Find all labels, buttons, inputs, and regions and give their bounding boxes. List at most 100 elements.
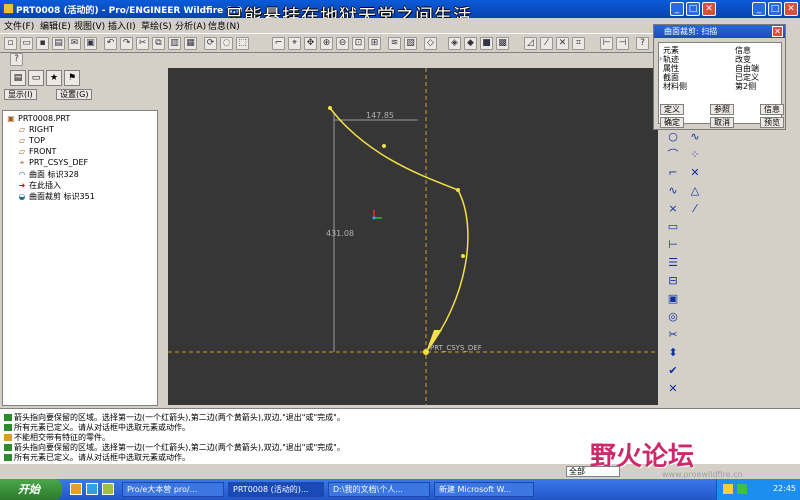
shading-icon[interactable]: ■: [480, 37, 493, 50]
mirror-tool-icon[interactable]: ⬍: [664, 346, 682, 360]
define-button[interactable]: 定义: [660, 104, 684, 115]
hidden-line-icon[interactable]: ◈: [448, 37, 461, 50]
modify-tool-icon[interactable]: ☰: [664, 256, 682, 270]
text-tool-icon[interactable]: ▣: [664, 292, 682, 306]
copy-icon[interactable]: ⧉: [152, 37, 165, 50]
coordinate-tool-icon[interactable]: ✕: [686, 166, 704, 180]
zoom-in-icon[interactable]: ⊕: [320, 37, 333, 50]
open-file-icon[interactable]: ▭: [20, 37, 33, 50]
csys-toggle-icon[interactable]: ⌗: [572, 37, 585, 50]
dimension-horizontal[interactable]: 147.85: [366, 111, 394, 120]
zoom-out-icon[interactable]: ⊖: [336, 37, 349, 50]
tray-network-icon[interactable]: [737, 484, 747, 494]
cancel-button[interactable]: 取消: [710, 117, 734, 128]
start-button[interactable]: 开始: [0, 479, 62, 500]
paste-special-icon[interactable]: ▦: [184, 37, 197, 50]
ok-button[interactable]: 确定: [660, 117, 684, 128]
graphics-window[interactable]: 147.85 431.08 PRT_CSYS_DEF: [168, 68, 658, 405]
tray-icon[interactable]: [723, 484, 733, 494]
view-manager-icon[interactable]: ▧: [404, 37, 417, 50]
dimension-vertical[interactable]: 431.08: [326, 229, 354, 238]
save-icon[interactable]: ▪: [36, 37, 49, 50]
cut-icon[interactable]: ✂: [136, 37, 149, 50]
redo-icon[interactable]: ↷: [120, 37, 133, 50]
orient-icon[interactable]: ⌖: [288, 37, 301, 50]
reorient-icon[interactable]: ⊞: [368, 37, 381, 50]
accept-icon[interactable]: ✔: [664, 364, 682, 378]
task-forum[interactable]: Pro/e大本营 pro/...: [122, 482, 224, 497]
tree-node-part[interactable]: ▣ PRT0008.PRT: [6, 114, 70, 123]
menu-file[interactable]: 文件(F): [4, 19, 34, 32]
help-icon[interactable]: ?: [636, 37, 649, 50]
task-proe[interactable]: PRT0008 (活动的)...: [228, 482, 324, 497]
outer-close-button[interactable]: ✕: [784, 2, 798, 16]
tree-node-trim[interactable]: ◒ 曲面裁剪 标识351: [17, 191, 95, 202]
spline-tool-icon[interactable]: ∿: [686, 130, 704, 144]
maximize-button[interactable]: □: [686, 2, 700, 16]
find-icon[interactable]: ◌: [220, 37, 233, 50]
arc-tool-icon[interactable]: ⌒: [664, 148, 682, 162]
undo-icon[interactable]: ↶: [104, 37, 117, 50]
menu-view[interactable]: 视图(V): [74, 19, 105, 32]
refit-icon[interactable]: ⊡: [352, 37, 365, 50]
quicklaunch-icon[interactable]: [70, 483, 82, 495]
dim-horizontal-tool-icon[interactable]: ⊢: [664, 238, 682, 252]
tree-node-insert-here[interactable]: ➜ 在此插入: [17, 180, 61, 191]
palette-tool-icon[interactable]: ◎: [664, 310, 682, 324]
menu-analysis[interactable]: 分析(A): [175, 19, 206, 32]
tree-node-front[interactable]: ▱ FRONT: [17, 147, 56, 156]
folder-browser-tab-icon[interactable]: ▭: [28, 70, 44, 86]
fillet-tool-icon[interactable]: ⌐: [664, 166, 682, 180]
model-tree-tab-icon[interactable]: ▤: [10, 70, 26, 86]
enhanced-realism-icon[interactable]: ▩: [496, 37, 509, 50]
display-dropdown[interactable]: 显示(I): [4, 89, 37, 100]
layers-icon[interactable]: ≋: [388, 37, 401, 50]
rectangle-tool-icon[interactable]: ▭: [664, 220, 682, 234]
close-button[interactable]: ✕: [702, 2, 716, 16]
outer-minimize-button[interactable]: _: [752, 2, 766, 16]
send-icon[interactable]: ▣: [84, 37, 97, 50]
tree-node-top[interactable]: ▱ TOP: [17, 136, 45, 145]
circle-tool-icon[interactable]: ○: [664, 130, 682, 144]
element-name-material-side[interactable]: 材料侧: [663, 81, 687, 92]
reference-button[interactable]: 参照: [710, 104, 734, 115]
selection-box-icon[interactable]: ⬚: [236, 37, 249, 50]
task-folder[interactable]: D:\我的文档\个人...: [328, 482, 430, 497]
spin-center-toggle-icon[interactable]: ⊣: [616, 37, 629, 50]
menu-info[interactable]: 信息(N): [208, 19, 240, 32]
info-button[interactable]: 信息: [760, 104, 784, 115]
new-file-icon[interactable]: ▫: [4, 37, 17, 50]
preview-button[interactable]: 预览: [760, 117, 784, 128]
cancel-icon[interactable]: ✕: [664, 382, 682, 396]
datum-plane-toggle-icon[interactable]: ◿: [524, 37, 537, 50]
connections-tab-icon[interactable]: ⚑: [64, 70, 80, 86]
dialog-close-icon[interactable]: ✕: [772, 26, 783, 37]
email-icon[interactable]: ✉: [68, 37, 81, 50]
quicklaunch-browser-icon[interactable]: [86, 483, 98, 495]
edge-tool-icon[interactable]: ⁄: [686, 202, 704, 216]
menu-edit[interactable]: 编辑(E): [40, 19, 71, 32]
regenerate-icon[interactable]: ⟳: [204, 37, 217, 50]
minimize-button[interactable]: _: [670, 2, 684, 16]
favorites-tab-icon[interactable]: ★: [46, 70, 62, 86]
datum-point-toggle-icon[interactable]: ✕: [556, 37, 569, 50]
trim-tool-icon[interactable]: ✂: [664, 328, 682, 342]
paste-icon[interactable]: ▥: [168, 37, 181, 50]
tree-node-csys[interactable]: ⌖ PRT_CSYS_DEF: [17, 158, 88, 168]
spin-center-icon[interactable]: ✥: [304, 37, 317, 50]
curve-tool-icon[interactable]: ∿: [664, 184, 682, 198]
sketch-mode-icon[interactable]: ⌐: [272, 37, 285, 50]
tree-node-surface[interactable]: ◠ 曲面 标识328: [17, 169, 79, 180]
no-hidden-icon[interactable]: ◆: [464, 37, 477, 50]
outer-maximize-button[interactable]: □: [768, 2, 782, 16]
print-icon[interactable]: ▤: [52, 37, 65, 50]
context-help-icon[interactable]: ?: [10, 53, 23, 66]
selection-filter[interactable]: 全部: [566, 466, 620, 477]
menu-sketch[interactable]: 草绘(S): [141, 19, 172, 32]
wireframe-icon[interactable]: ◇: [424, 37, 437, 50]
task-word[interactable]: 新建 Microsoft W...: [434, 482, 534, 497]
datum-axis-toggle-icon[interactable]: ⁄: [540, 37, 553, 50]
tree-node-right[interactable]: ▱ RIGHT: [17, 125, 54, 134]
constraint-tool-icon[interactable]: ⊟: [664, 274, 682, 288]
menu-insert[interactable]: 插入(I): [108, 19, 136, 32]
